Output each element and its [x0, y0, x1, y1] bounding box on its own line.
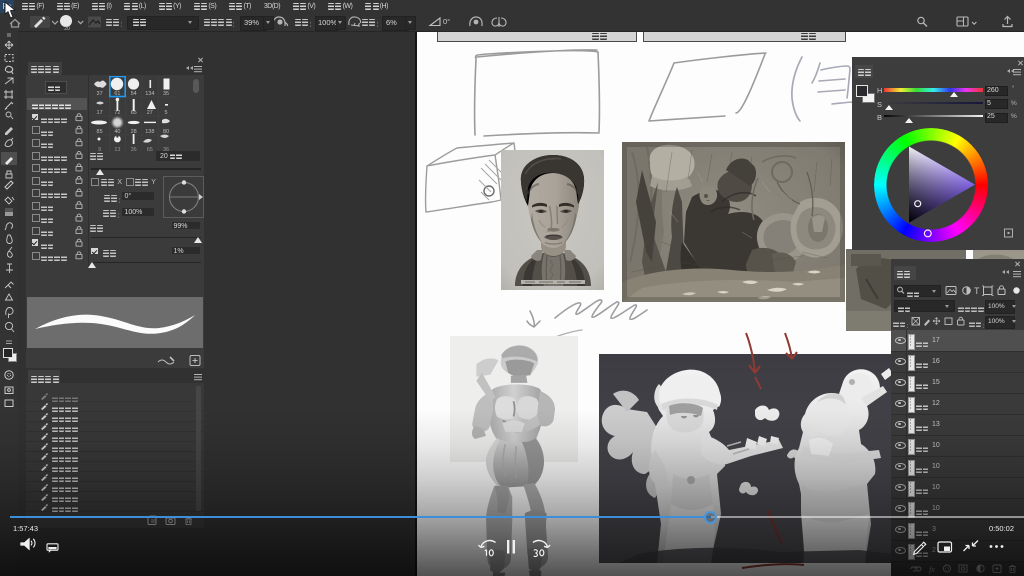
svg-text:37: 37 [97, 91, 103, 97]
svg-text:17: 17 [97, 110, 103, 116]
svg-text:36: 36 [131, 147, 137, 153]
svg-text:85: 85 [97, 129, 103, 135]
svg-text:54: 54 [131, 91, 137, 97]
svg-text:T: T [974, 286, 980, 296]
svg-text:138: 138 [145, 129, 154, 135]
svg-text:80: 80 [163, 129, 169, 135]
svg-text:72: 72 [114, 110, 120, 116]
svg-text:35: 35 [163, 91, 169, 97]
svg-text:65: 65 [131, 110, 137, 116]
svg-text:28: 28 [131, 129, 137, 135]
svg-text:27: 27 [147, 110, 153, 116]
svg-text:13: 13 [114, 147, 120, 153]
svg-text:134: 134 [145, 91, 154, 97]
svg-text:65: 65 [147, 147, 153, 153]
svg-text:5: 5 [164, 110, 167, 116]
svg-text:40: 40 [114, 129, 120, 135]
